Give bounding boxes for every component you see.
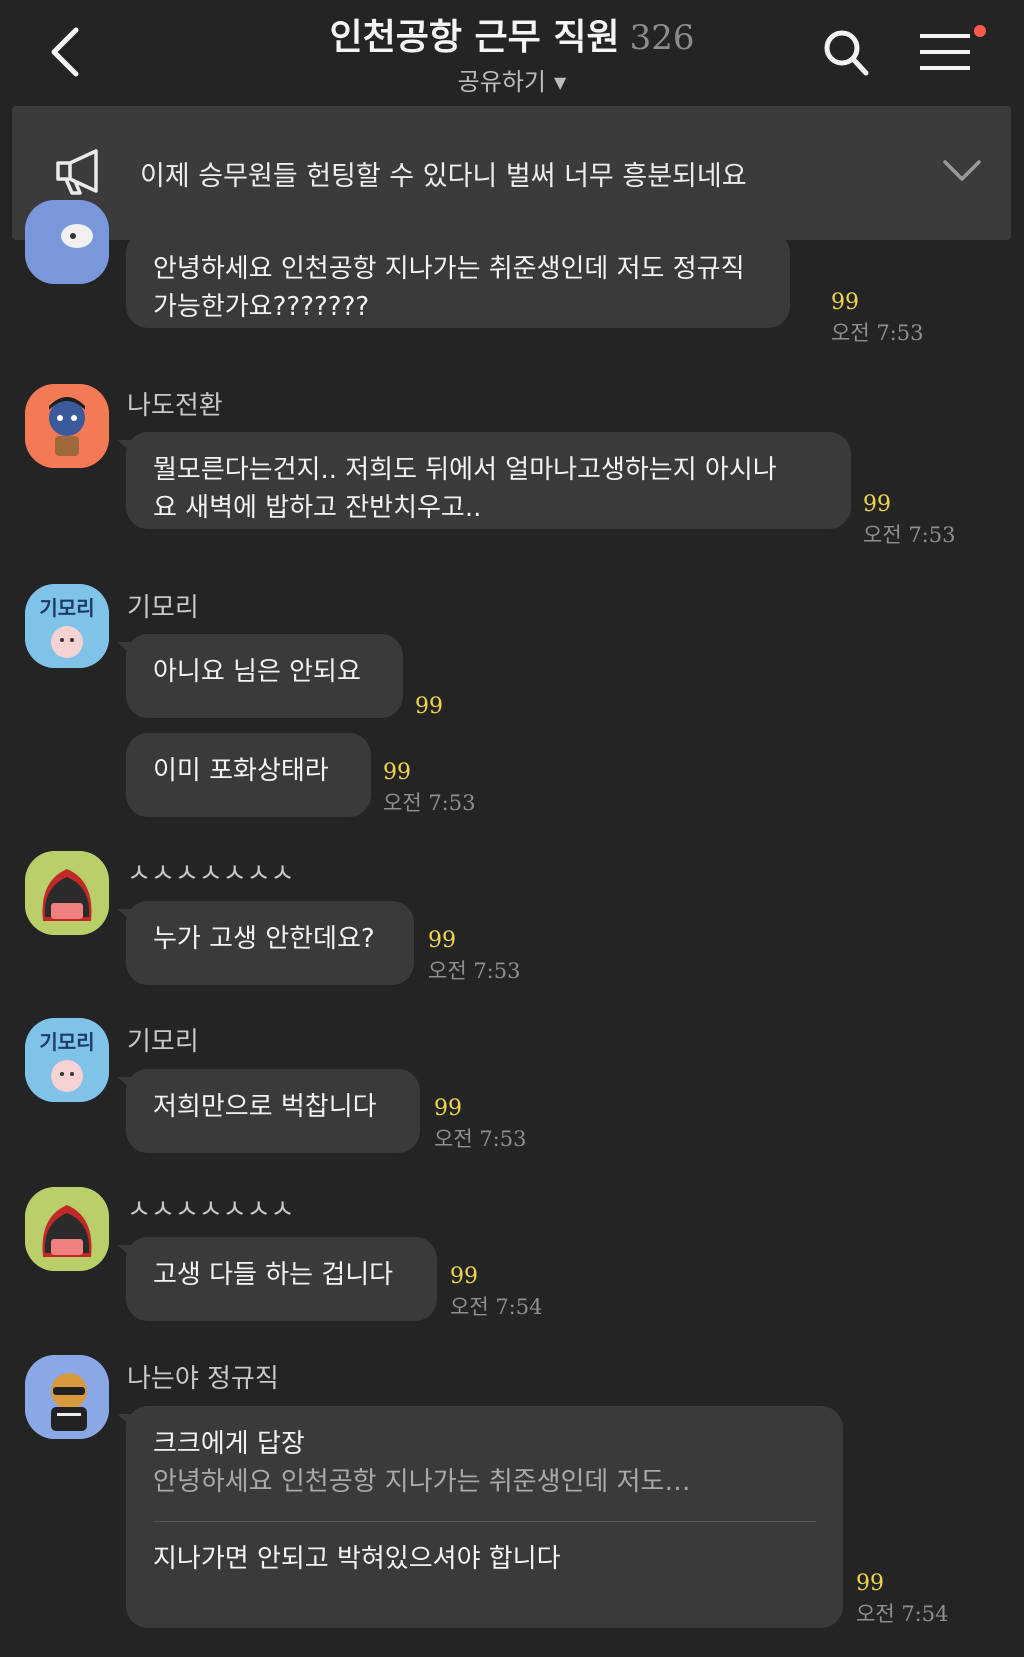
avatar-label: 기모리 [39,1030,94,1054]
member-count: 326 [629,18,695,58]
avatar-character-icon [25,1355,109,1439]
sender-name: ㅅㅅㅅㅅㅅㅅㅅ [127,859,295,889]
unread-count: 99 [856,1571,884,1596]
avatar-character-icon: 기모리 [25,584,109,668]
message-bubble[interactable]: 고생 다들 하는 겁니다 [117,1237,437,1321]
avatar-label: 기모리 [39,596,94,620]
unread-count: 99 [450,1264,478,1289]
message-meta: 99 오전 7:54 [856,1569,948,1629]
message-meta: 99 오전 7:54 [450,1262,542,1322]
avatar-character-icon [25,1187,109,1271]
reply-divider [153,1521,816,1522]
avatar-character-icon [25,851,109,935]
message-bubble[interactable]: 누가 고생 안한데요? [117,901,414,985]
unread-count: 99 [428,928,456,953]
sender-name: ㅅㅅㅅㅅㅅㅅㅅ [127,1195,295,1225]
avatar[interactable] [25,384,109,468]
message-meta: 99 오전 7:53 [863,490,955,550]
caret-down-icon: ▼ [554,73,567,92]
sender-name: 기모리 [127,1027,199,1057]
chevron-down-icon[interactable] [942,158,982,184]
timestamp: 오전 7:53 [434,1127,527,1151]
avatar[interactable] [25,1355,109,1439]
sender-name: 나도전환 [127,391,223,421]
chat-title: 인천공항 근무 직원 [329,17,620,58]
unread-count: 99 [434,1096,462,1121]
search-icon[interactable] [822,28,870,78]
reply-quote[interactable]: 안녕하세요 인천공항 지나가는 취준생인데 저도… [153,1463,816,1501]
avatar[interactable]: 기모리 [25,1018,109,1102]
timestamp: 오전 7:54 [856,1602,949,1626]
avatar-character-icon [25,200,109,284]
message-bubble[interactable]: 이미 포화상태라 [126,733,371,817]
timestamp: 오전 7:53 [428,959,521,983]
message-meta: 99 [415,692,443,722]
chat-title-area: 인천공항 근무 직원 326 [0,8,1024,60]
message-meta: 99 오전 7:53 [428,926,520,986]
avatar-character-icon [25,384,109,468]
notice-text: 이제 승무원들 헌팅할 수 있다니 벌써 너무 흥분되네요 [140,161,747,192]
reply-message-bubble[interactable]: 크크에게 답장 안녕하세요 인천공항 지나가는 취준생인데 저도… 지나가면 안… [117,1406,843,1628]
share-dropdown[interactable]: 공유하기 ▼ [0,62,1024,97]
avatar[interactable] [25,200,109,284]
timestamp: 오전 7:53 [863,523,956,547]
sender-name: 기모리 [127,593,199,623]
reply-target: 크크에게 답장 [153,1429,305,1459]
avatar-character-icon: 기모리 [25,1018,109,1102]
avatar[interactable] [25,851,109,935]
avatar[interactable] [25,1187,109,1271]
timestamp: 오전 7:53 [831,321,924,345]
message-bubble[interactable]: 안녕하세요 인천공항 지나가는 취준생인데 저도 정규직 가능한가요??????? [126,231,790,328]
message-meta: 99 오전 7:53 [383,758,475,818]
message-meta: 99 오전 7:53 [831,288,923,348]
sender-name: 나는야 정규직 [127,1364,279,1394]
message-bubble[interactable]: 뭘모른다는건지.. 저희도 뒤에서 얼마나고생하는지 아시나 요 새벽에 밥하고 … [117,432,851,529]
message-bubble[interactable]: 저희만으로 벅찹니다 [117,1069,420,1153]
message-bubble[interactable]: 아니요 님은 안되요 [117,634,403,718]
share-label: 공유하기 [457,68,546,96]
chat-header: 인천공항 근무 직원 326 공유하기 ▼ [0,0,1024,105]
notification-dot [974,25,986,37]
timestamp: 오전 7:54 [450,1295,543,1319]
unread-count: 99 [863,492,891,517]
notice-banner[interactable]: 이제 승무원들 헌팅할 수 있다니 벌써 너무 흥분되네요 [12,106,1011,240]
avatar[interactable]: 기모리 [25,584,109,668]
unread-count: 99 [415,694,443,719]
unread-count: 99 [831,290,859,315]
menu-icon[interactable] [918,30,974,74]
megaphone-icon [56,149,98,195]
unread-count: 99 [383,760,411,785]
message-text: 지나가면 안되고 박혀있으셔야 합니다 [153,1544,561,1574]
timestamp: 오전 7:53 [383,791,476,815]
message-meta: 99 오전 7:53 [434,1094,526,1154]
